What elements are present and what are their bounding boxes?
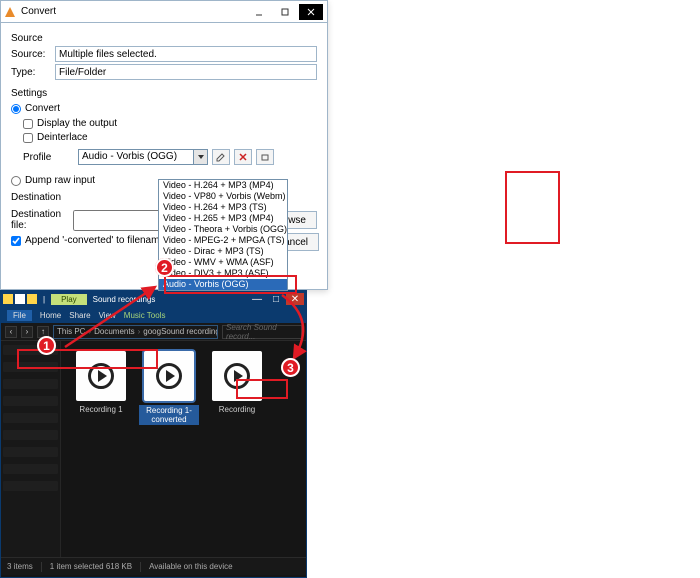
profile-option[interactable]: Video - Dirac + MP3 (TS) [159, 246, 287, 257]
convert-radio[interactable] [11, 104, 21, 114]
explorer-close-button[interactable]: ✕ [286, 293, 304, 305]
display-output-checkbox[interactable] [23, 119, 33, 129]
profile-dropdown[interactable]: Audio - Vorbis (OGG) [78, 149, 208, 165]
step-badge-1: 1 [37, 336, 56, 355]
step-badge-2: 2 [155, 258, 174, 277]
highlight-append-checkbox [17, 349, 158, 369]
status-item-count: 3 items [7, 562, 33, 571]
profile-label: Profile [23, 152, 78, 163]
ribbon-tab-music-tools[interactable]: Music Tools [124, 311, 166, 320]
status-availability: Available on this device [149, 562, 232, 571]
chevron-down-icon [193, 150, 207, 164]
maximize-button[interactable] [273, 4, 297, 20]
breadcrumb[interactable]: This PC› Documents› googSound recordings [53, 325, 218, 339]
new-profile-button[interactable] [256, 149, 274, 165]
append-converted-checkbox[interactable] [11, 236, 21, 246]
profile-option[interactable]: Video - WMV + WMA (ASF) [159, 257, 287, 268]
type-field[interactable] [55, 64, 317, 80]
append-converted-label: Append '-converted' to filename [25, 235, 165, 246]
edit-profile-button[interactable] [212, 149, 230, 165]
crumb[interactable]: Sound recordings [161, 327, 218, 336]
deinterlace-label: Deinterlace [37, 132, 88, 143]
explorer-maximize-button[interactable]: □ [267, 293, 285, 305]
search-input[interactable]: Search Sound record... [222, 325, 302, 339]
source-heading: Source [11, 33, 317, 44]
close-button[interactable] [299, 4, 323, 20]
profile-option[interactable]: Video - H.264 + MP3 (TS) [159, 202, 287, 213]
file-explorer-window: | Play Sound recordings — □ ✕ File Home … [0, 290, 307, 578]
display-output-label: Display the output [37, 118, 117, 129]
crumb[interactable]: This PC [57, 327, 85, 336]
profile-option[interactable]: Video - MPEG-2 + MPGA (TS) [159, 235, 287, 246]
nav-forward-button[interactable]: › [21, 326, 33, 338]
vlc-cone-icon [5, 7, 15, 17]
highlight-start-button [236, 379, 288, 399]
nav-item[interactable] [3, 413, 58, 423]
status-selection: 1 item selected 618 KB [50, 562, 132, 571]
vlc-convert-dialog: Convert Source Source: Type: Settings Co… [0, 0, 328, 290]
nav-item[interactable] [3, 379, 58, 389]
settings-heading: Settings [11, 88, 317, 99]
nav-item[interactable] [3, 481, 58, 491]
window-title: Convert [21, 6, 245, 17]
nav-item[interactable] [3, 396, 58, 406]
delete-profile-button[interactable] [234, 149, 252, 165]
explorer-minimize-button[interactable]: — [248, 293, 266, 305]
deinterlace-checkbox[interactable] [23, 133, 33, 143]
dump-raw-label: Dump raw input [25, 175, 95, 186]
highlight-converted-file [505, 171, 560, 244]
profile-option[interactable]: Video - VP80 + Vorbis (Webm) [159, 191, 287, 202]
explorer-title: Sound recordings [93, 295, 248, 304]
play-context-tab[interactable]: Play [51, 294, 87, 305]
file-name: Recording [219, 405, 255, 414]
file-name: Recording 1 [79, 405, 122, 414]
vlc-titlebar: Convert [1, 1, 327, 23]
source-label: Source: [11, 49, 55, 60]
profile-selected-value: Audio - Vorbis (OGG) [79, 150, 193, 164]
quick-access-icons [3, 294, 37, 304]
nav-item[interactable] [3, 464, 58, 474]
nav-pane[interactable] [1, 341, 61, 557]
ribbon-tab-file[interactable]: File [7, 310, 32, 321]
ribbon-tab-view[interactable]: View [99, 311, 116, 320]
crumb[interactable]: Documents [94, 327, 134, 336]
step-badge-3: 3 [281, 358, 300, 377]
profile-option[interactable]: Video - Theora + Vorbis (OGG) [159, 224, 287, 235]
source-field[interactable] [55, 46, 317, 62]
ribbon-tabs: File Home Share View Music Tools [1, 307, 306, 323]
dest-file-label: Destination file: [11, 209, 73, 231]
dump-raw-radio[interactable] [11, 176, 21, 186]
nav-back-button[interactable]: ‹ [5, 326, 17, 338]
ribbon-tab-home[interactable]: Home [40, 311, 61, 320]
type-label: Type: [11, 67, 55, 78]
profile-option[interactable]: Video - H.265 + MP3 (MP4) [159, 213, 287, 224]
status-bar: 3 items 1 item selected 618 KB Available… [1, 557, 306, 575]
minimize-button[interactable] [247, 4, 271, 20]
ribbon-tab-share[interactable]: Share [69, 311, 90, 320]
nav-item[interactable] [3, 447, 58, 457]
nav-item[interactable] [3, 430, 58, 440]
profile-option[interactable]: Video - H.264 + MP3 (MP4) [159, 180, 287, 191]
highlight-profile-dropdown [164, 275, 297, 294]
convert-radio-label: Convert [25, 103, 60, 114]
file-name: Recording 1-converted [139, 405, 199, 425]
file-content-pane[interactable]: Recording 1 Recording 1-converted Record… [61, 341, 306, 557]
